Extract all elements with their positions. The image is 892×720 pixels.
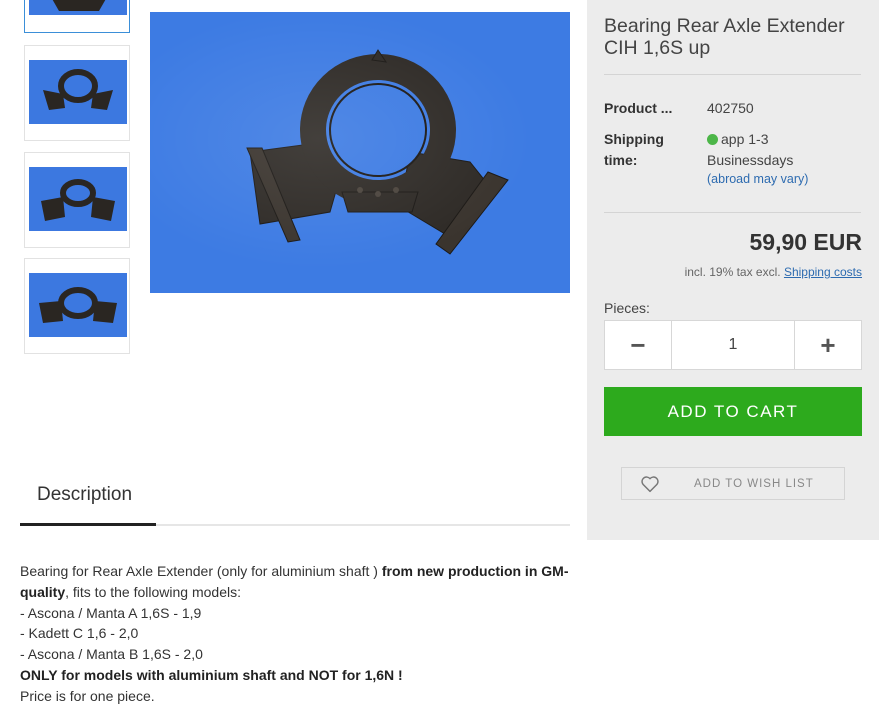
shipping-unit: Businessdays xyxy=(707,152,794,168)
shipping-costs-link[interactable]: Shipping costs xyxy=(784,265,862,279)
shipping-note: (abroad may vary) xyxy=(707,172,809,186)
heart-icon xyxy=(641,475,659,492)
product-number-value: 402750 xyxy=(707,100,754,116)
description-line: - Ascona / Manta B 1,6S - 2,0 xyxy=(20,646,203,663)
wish-list-label: ADD TO WISH LIST xyxy=(694,477,814,490)
description-bold: ONLY for models with aluminium shaft and… xyxy=(20,666,403,683)
main-product-image[interactable] xyxy=(150,12,570,293)
shipping-label: Shipping xyxy=(604,131,664,147)
add-to-wish-list-button[interactable]: ADD TO WISH LIST xyxy=(621,467,845,500)
description-text: Bearing for Rear Axle Extender (only for… xyxy=(20,563,382,579)
tax-text: incl. 19% tax excl. xyxy=(684,265,781,279)
product-description: Bearing for Rear Axle Extender (only for… xyxy=(20,561,580,707)
description-warning: ONLY for models with aluminium shaft and… xyxy=(20,665,580,686)
thumbnail-4[interactable] xyxy=(24,258,130,354)
quantity-stepper: − 1 + xyxy=(604,320,862,370)
description-text: , fits to the following models: xyxy=(65,583,241,600)
pieces-label: Pieces: xyxy=(604,300,650,316)
thumbnail-image xyxy=(29,0,127,15)
description-line: - Kadett C 1,6 - 2,0 xyxy=(20,625,139,642)
description-line: - Ascona / Manta A 1,6S - 1,9 xyxy=(20,604,202,621)
divider xyxy=(604,74,861,75)
divider xyxy=(604,212,861,213)
description-line: Price is for one piece. xyxy=(20,687,155,704)
shipping-value: app 1-3 xyxy=(707,129,768,150)
thumbnail-image xyxy=(29,60,127,124)
increase-quantity-button[interactable]: + xyxy=(794,321,861,369)
thumbnail-3[interactable] xyxy=(24,152,130,248)
description-line-1: Bearing for Rear Axle Extender (only for… xyxy=(20,561,580,603)
thumbnail-2[interactable] xyxy=(24,45,130,141)
product-title: Bearing Rear Axle Extender CIH 1,6S up xyxy=(604,15,845,59)
product-number-label: Product ... xyxy=(604,100,673,116)
tab-description[interactable]: Description xyxy=(37,484,132,506)
add-to-cart-button[interactable]: ADD TO CART xyxy=(604,387,862,436)
shipping-days: app 1-3 xyxy=(721,131,769,147)
tax-info: incl. 19% tax excl. Shipping costs xyxy=(685,265,862,279)
thumbnail-1[interactable] xyxy=(24,0,130,33)
decrease-quantity-button[interactable]: − xyxy=(605,321,672,369)
price: 59,90 EUR xyxy=(749,229,862,255)
availability-dot-icon xyxy=(707,134,718,145)
tab-active-indicator xyxy=(20,523,156,526)
buy-box: Bearing Rear Axle Extender CIH 1,6S up P… xyxy=(587,0,879,540)
quantity-input[interactable]: 1 xyxy=(672,321,794,369)
thumbnail-image xyxy=(29,167,127,231)
shipping-label-2: time: xyxy=(604,152,638,168)
thumbnail-image xyxy=(29,273,127,337)
